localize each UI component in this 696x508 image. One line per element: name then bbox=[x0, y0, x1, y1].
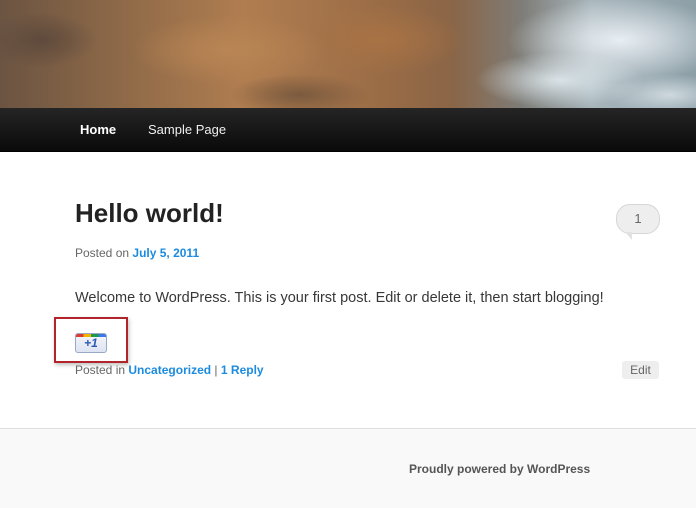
posted-in-prefix: Posted in bbox=[75, 363, 126, 377]
header-banner-image[interactable] bbox=[0, 0, 696, 108]
posted-on-prefix: Posted on bbox=[75, 246, 130, 260]
site-footer: Proudly powered by WordPress bbox=[0, 428, 696, 508]
reply-link[interactable]: 1 Reply bbox=[221, 363, 264, 377]
post-title[interactable]: Hello world! bbox=[75, 198, 224, 229]
comment-count-bubble[interactable]: 1 bbox=[616, 204, 660, 240]
plusone-label: +1 bbox=[84, 336, 98, 350]
post-date-link[interactable]: July 5, 2011 bbox=[132, 246, 199, 260]
bubble-tail-icon bbox=[625, 232, 632, 240]
edit-post-button[interactable]: Edit bbox=[622, 361, 659, 379]
post-meta-date: Posted on July 5, 2011 bbox=[75, 246, 199, 260]
category-link[interactable]: Uncategorized bbox=[128, 363, 211, 377]
meta-separator: | bbox=[214, 363, 218, 377]
footer-credit-link[interactable]: Proudly powered by WordPress bbox=[409, 462, 590, 476]
nav-home-link[interactable]: Home bbox=[80, 122, 116, 137]
comment-count: 1 bbox=[634, 211, 642, 226]
google-plusone-button[interactable]: +1 bbox=[75, 333, 107, 353]
nav-sample-page-link[interactable]: Sample Page bbox=[148, 122, 226, 137]
post-meta-footer: Posted in Uncategorized | 1 Reply bbox=[75, 363, 264, 377]
post-content: Welcome to WordPress. This is your first… bbox=[75, 290, 604, 306]
plusone-colorbar-icon bbox=[76, 334, 106, 337]
main-navigation: Home Sample Page bbox=[0, 108, 696, 152]
